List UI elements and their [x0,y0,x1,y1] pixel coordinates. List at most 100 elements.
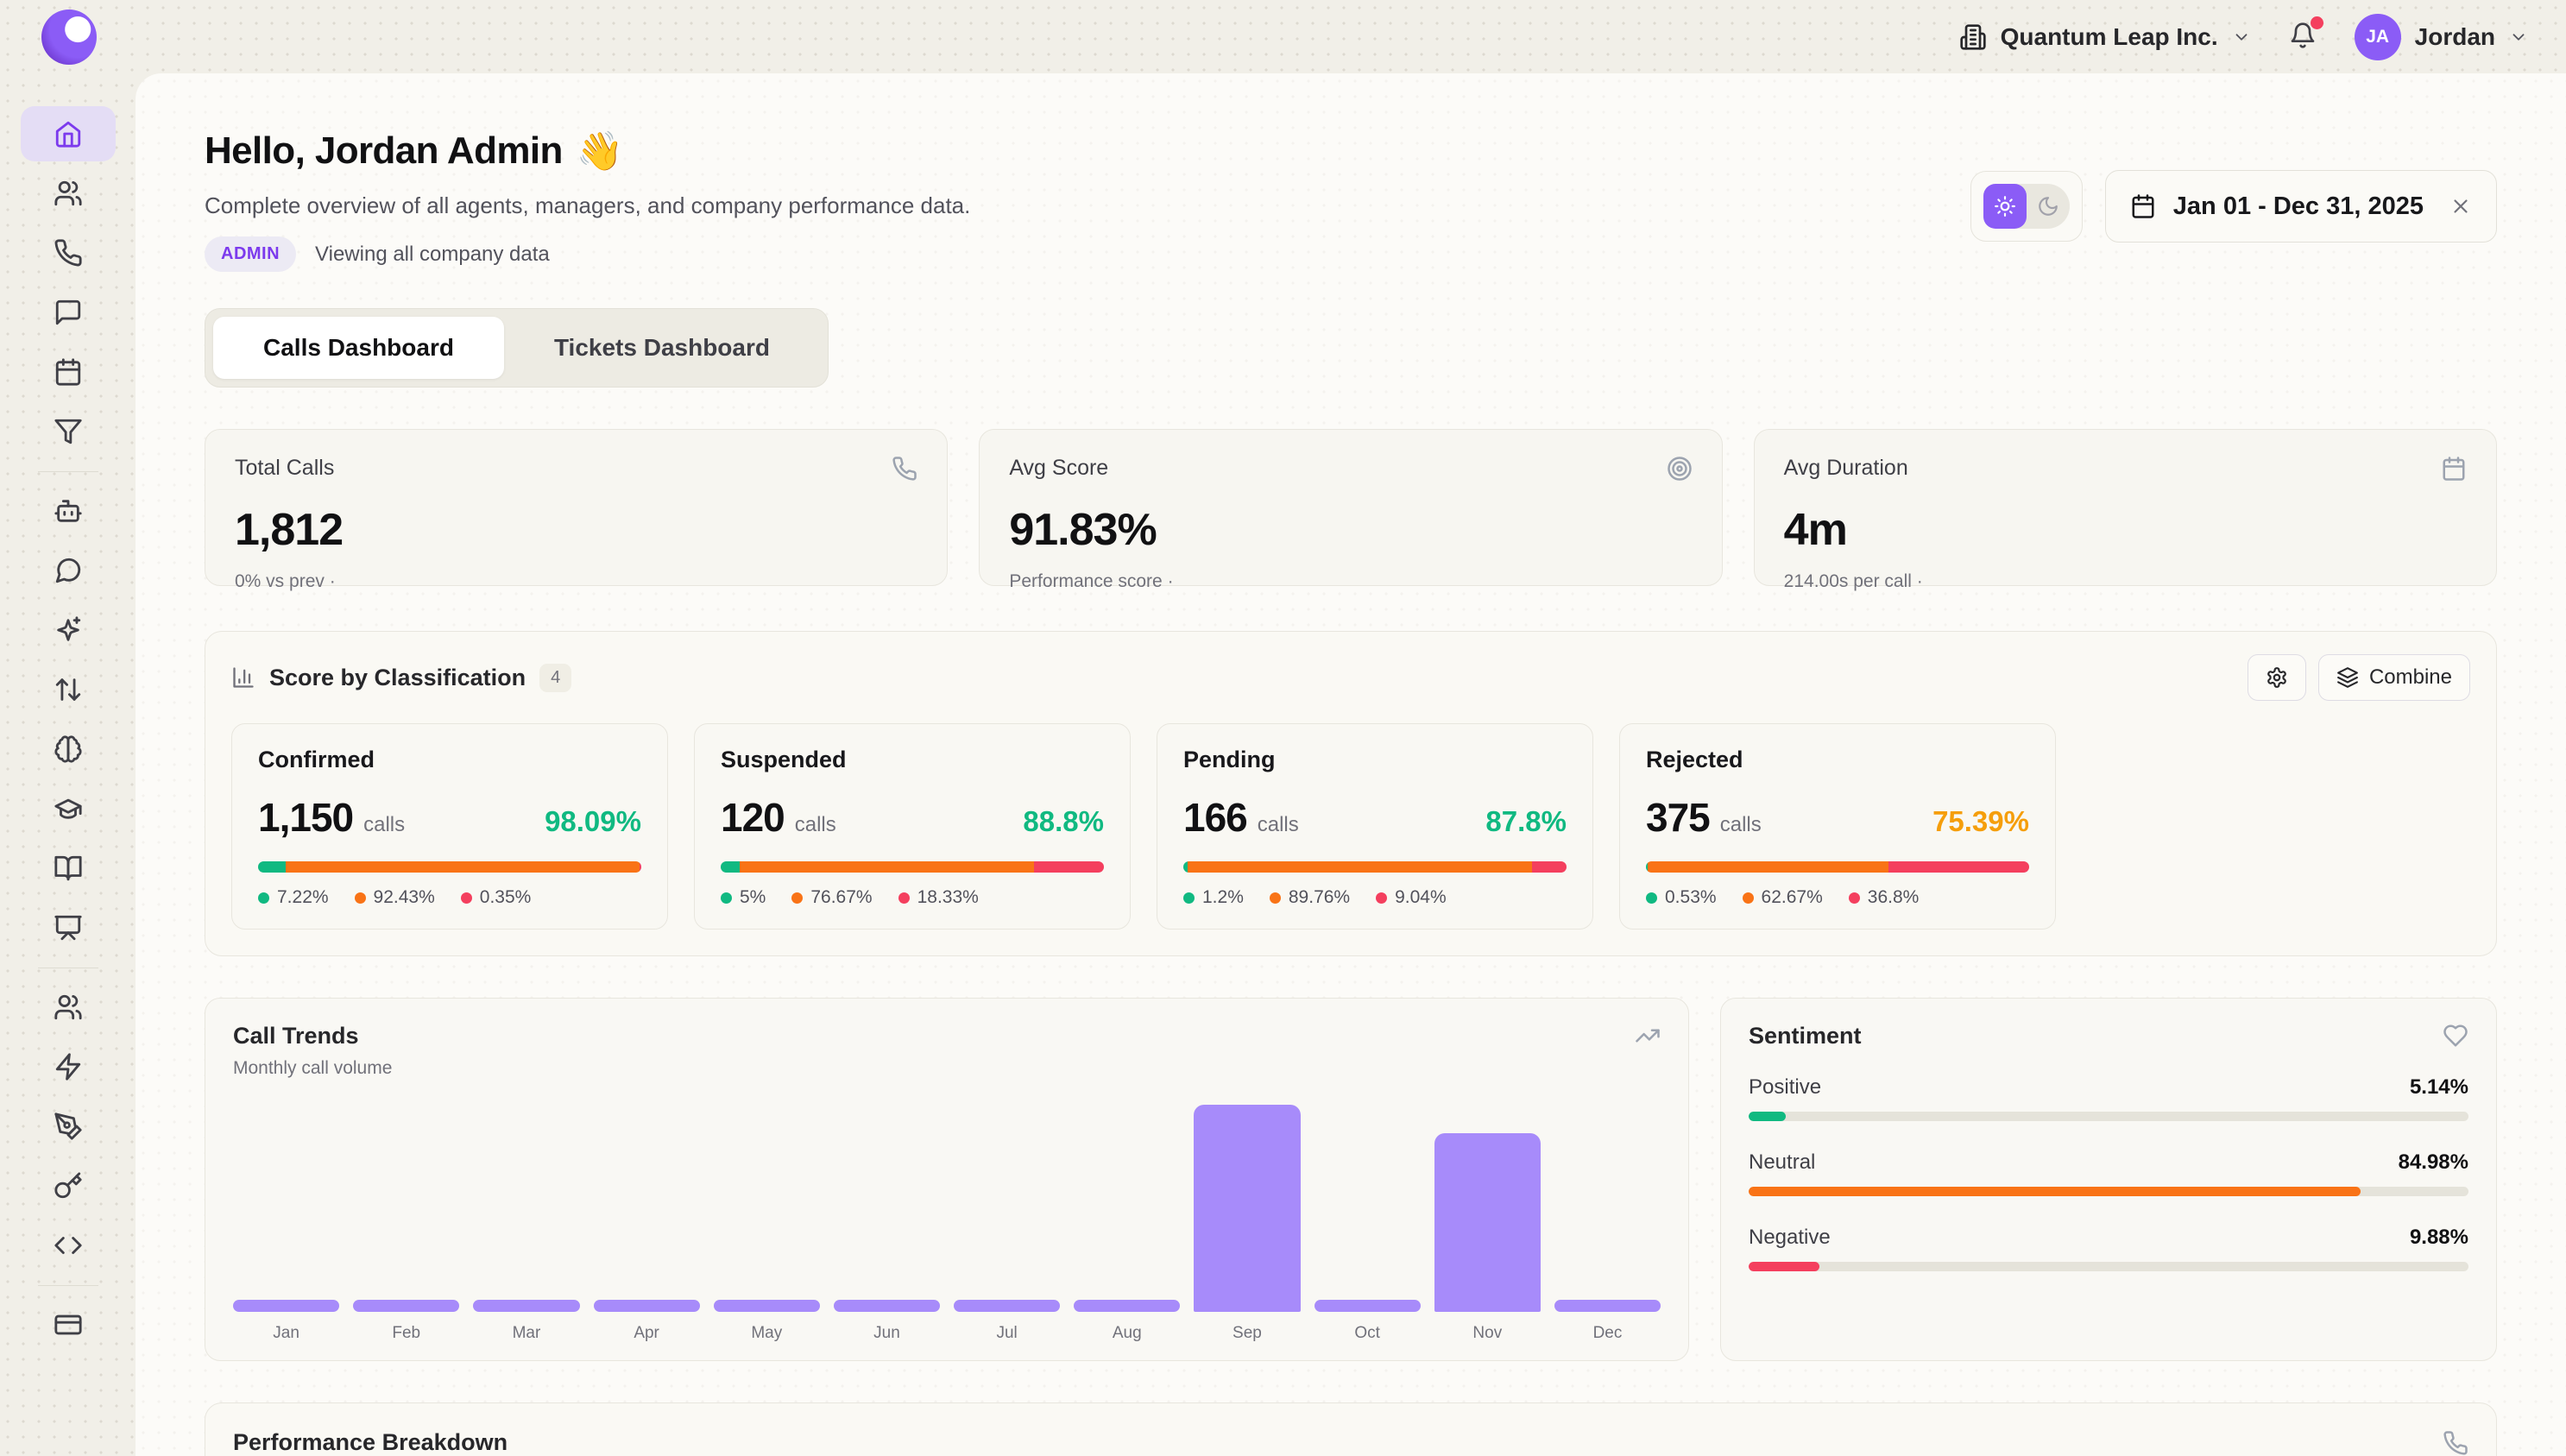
x-tick-label: May [714,1324,820,1343]
bar-Mar[interactable] [473,1300,579,1312]
viewing-note: Viewing all company data [315,243,550,267]
sidebar-item-bot[interactable] [21,483,116,539]
combine-button[interactable]: Combine [2318,654,2470,701]
bar-Jun[interactable] [834,1300,940,1312]
sidebar-item-users[interactable] [21,980,116,1035]
users-icon [54,993,83,1022]
company-selector[interactable]: Quantum Leap Inc. [1959,23,2251,51]
calendar-icon [2130,193,2156,219]
user-name: Jordan [2415,23,2495,51]
sentiment-row-neutral: Neutral 84.98% [1749,1150,2468,1196]
bot-icon [54,496,83,526]
chart-subtitle: Monthly call volume [233,1058,1661,1079]
stat-title: Avg Score [1009,456,1108,481]
call-trends-card: Call Trends Monthly call volume JanFebMa… [205,998,1689,1361]
role-badge: ADMIN [205,236,296,272]
progress-track [1749,1112,2468,1121]
stat-value: 1,812 [235,504,917,556]
tab-tickets-dashboard[interactable]: Tickets Dashboard [504,317,820,379]
bar-segment [286,861,640,873]
classification-card-confirmed[interactable]: Confirmed 1,150 calls 98.09% 7.22% 92.43… [231,723,668,930]
section-title: Score by Classification [269,665,526,691]
sentiment-value: 84.98% [2399,1150,2468,1175]
x-tick-label: Mar [473,1324,579,1343]
sidebar-item-arrow-up-down[interactable] [21,662,116,717]
sidebar-item-home[interactable] [21,106,116,161]
user-menu[interactable]: JA Jordan [2355,14,2528,60]
theme-toggle [1970,171,2083,242]
calls-count: 375 [1646,794,1710,841]
calls-label: calls [1720,813,1762,837]
home-icon [54,119,83,148]
stat-title: Total Calls [235,456,334,481]
classification-cards: Confirmed 1,150 calls 98.09% 7.22% 92.43… [231,723,2470,930]
legend-value: 36.8% [1868,887,1920,908]
bar-Feb[interactable] [353,1300,459,1312]
legend-value: 62.67% [1762,887,1823,908]
tab-calls-dashboard[interactable]: Calls Dashboard [213,317,504,379]
light-mode-button[interactable] [1983,184,2027,229]
bar-Sep[interactable] [1194,1105,1300,1312]
sidebar-item-brain[interactable] [21,722,116,777]
legend-dot [898,892,910,904]
score-percent: 88.8% [1023,805,1104,838]
stat-title: Avg Duration [1784,456,1908,481]
bar-Oct[interactable] [1315,1300,1421,1312]
bar-Apr[interactable] [594,1300,700,1312]
legend-dot [1743,892,1754,904]
key-icon [54,1171,83,1201]
bar-Aug[interactable] [1074,1300,1180,1312]
segmented-progress-bar [258,861,641,873]
phone-icon [892,456,917,482]
sidebar-item-sparkles[interactable] [21,602,116,658]
legend-dot [1376,892,1387,904]
sentiment-row-positive: Positive 5.14% [1749,1075,2468,1121]
bar-Dec[interactable] [1554,1300,1661,1312]
chart-title: Call Trends [233,1023,1661,1049]
classification-card-rejected[interactable]: Rejected 375 calls 75.39% 0.53% 62.67% 3… [1619,723,2056,930]
sidebar-item-code[interactable] [21,1218,116,1273]
bar-segment [1034,861,1104,873]
sidebar-item-users[interactable] [21,166,116,221]
bar-Jan[interactable] [233,1300,339,1312]
date-range-picker[interactable]: Jan 01 - Dec 31, 2025 [2105,170,2497,243]
clear-date-icon[interactable] [2449,195,2472,217]
sidebar-divider [38,1285,98,1286]
settings-button[interactable] [2248,654,2306,701]
sidebar-item-presentation[interactable] [21,900,116,955]
avatar: JA [2355,14,2401,60]
x-tick-label: Feb [353,1324,459,1343]
bar-Jul[interactable] [954,1300,1060,1312]
classification-card-suspended[interactable]: Suspended 120 calls 88.8% 5% 76.67% 18.3… [694,723,1131,930]
sidebar-item-message-circle[interactable] [21,543,116,598]
wave-emoji: 👋 [577,129,623,173]
bar-Nov[interactable] [1434,1133,1541,1312]
sidebar-item-key[interactable] [21,1158,116,1213]
bar-chart [233,1094,1661,1312]
bar-May[interactable] [714,1300,820,1312]
heart-icon [2443,1023,2468,1049]
x-tick-label: Jul [954,1324,1060,1343]
legend: 1.2% 89.76% 9.04% [1183,887,1567,908]
segmented-progress-bar [1183,861,1567,873]
sidebar-item-pen-tool[interactable] [21,1099,116,1154]
chevron-down-icon [2232,28,2251,47]
dark-mode-button[interactable] [2027,184,2070,229]
sidebar-item-graduation-cap[interactable] [21,781,116,836]
sidebar-item-calendar[interactable] [21,344,116,400]
sidebar-item-phone[interactable] [21,225,116,280]
sidebar-item-message-square[interactable] [21,285,116,340]
presentation-icon [54,913,83,942]
sidebar-item-zap[interactable] [21,1039,116,1094]
app-logo[interactable] [41,9,97,65]
sidebar-item-funnel[interactable] [21,404,116,459]
notifications-button[interactable] [2289,22,2317,52]
sentiment-label: Negative [1749,1226,1831,1250]
count-badge: 4 [539,664,571,692]
building-icon [1959,23,1987,51]
sidebar-item-credit-card[interactable] [21,1297,116,1352]
legend: 7.22% 92.43% 0.35% [258,887,641,908]
classification-card-pending[interactable]: Pending 166 calls 87.8% 1.2% 89.76% 9.04… [1157,723,1593,930]
score-percent: 75.39% [1932,805,2029,838]
sidebar-item-book-open[interactable] [21,841,116,896]
